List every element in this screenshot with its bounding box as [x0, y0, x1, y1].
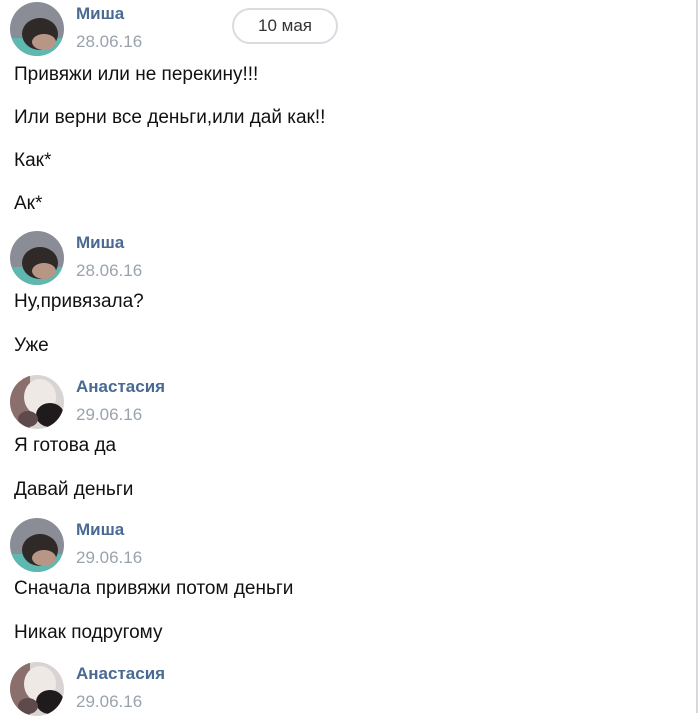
- message-timestamp: 28.06.16: [76, 32, 143, 51]
- author-name[interactable]: Миша: [76, 520, 124, 540]
- anastasia-avatar[interactable]: [10, 375, 64, 429]
- message-text: Давай деньги: [14, 479, 134, 500]
- message-timestamp: 29.06.16: [76, 692, 143, 711]
- misha-avatar[interactable]: [10, 2, 64, 56]
- misha-avatar[interactable]: [10, 518, 64, 572]
- message-text: Никак подругому: [14, 622, 163, 643]
- anastasia-avatar[interactable]: [10, 662, 64, 716]
- message-text: Привяжи или не перекину!!!: [14, 64, 259, 85]
- message-text: Как*: [14, 150, 52, 171]
- message-timestamp: 29.06.16: [76, 548, 143, 567]
- misha-avatar[interactable]: [10, 231, 64, 285]
- message-text: Я готова да: [14, 435, 117, 456]
- author-name[interactable]: Миша: [76, 233, 124, 253]
- author-name[interactable]: Анастасия: [76, 664, 165, 684]
- message-timestamp: 28.06.16: [76, 261, 143, 280]
- author-name[interactable]: Анастасия: [76, 377, 165, 397]
- message-text: Ак*: [14, 193, 43, 214]
- message-text: Или верни все деньги,или дай как!!: [14, 107, 326, 128]
- message-text: Уже: [14, 335, 49, 356]
- message-text: Сначала привяжи потом деньги: [14, 578, 294, 599]
- message-timestamp: 29.06.16: [76, 405, 143, 424]
- message-text: Ну,привязала?: [14, 291, 144, 312]
- author-name[interactable]: Миша: [76, 4, 124, 24]
- date-separator: 10 мая: [232, 8, 338, 44]
